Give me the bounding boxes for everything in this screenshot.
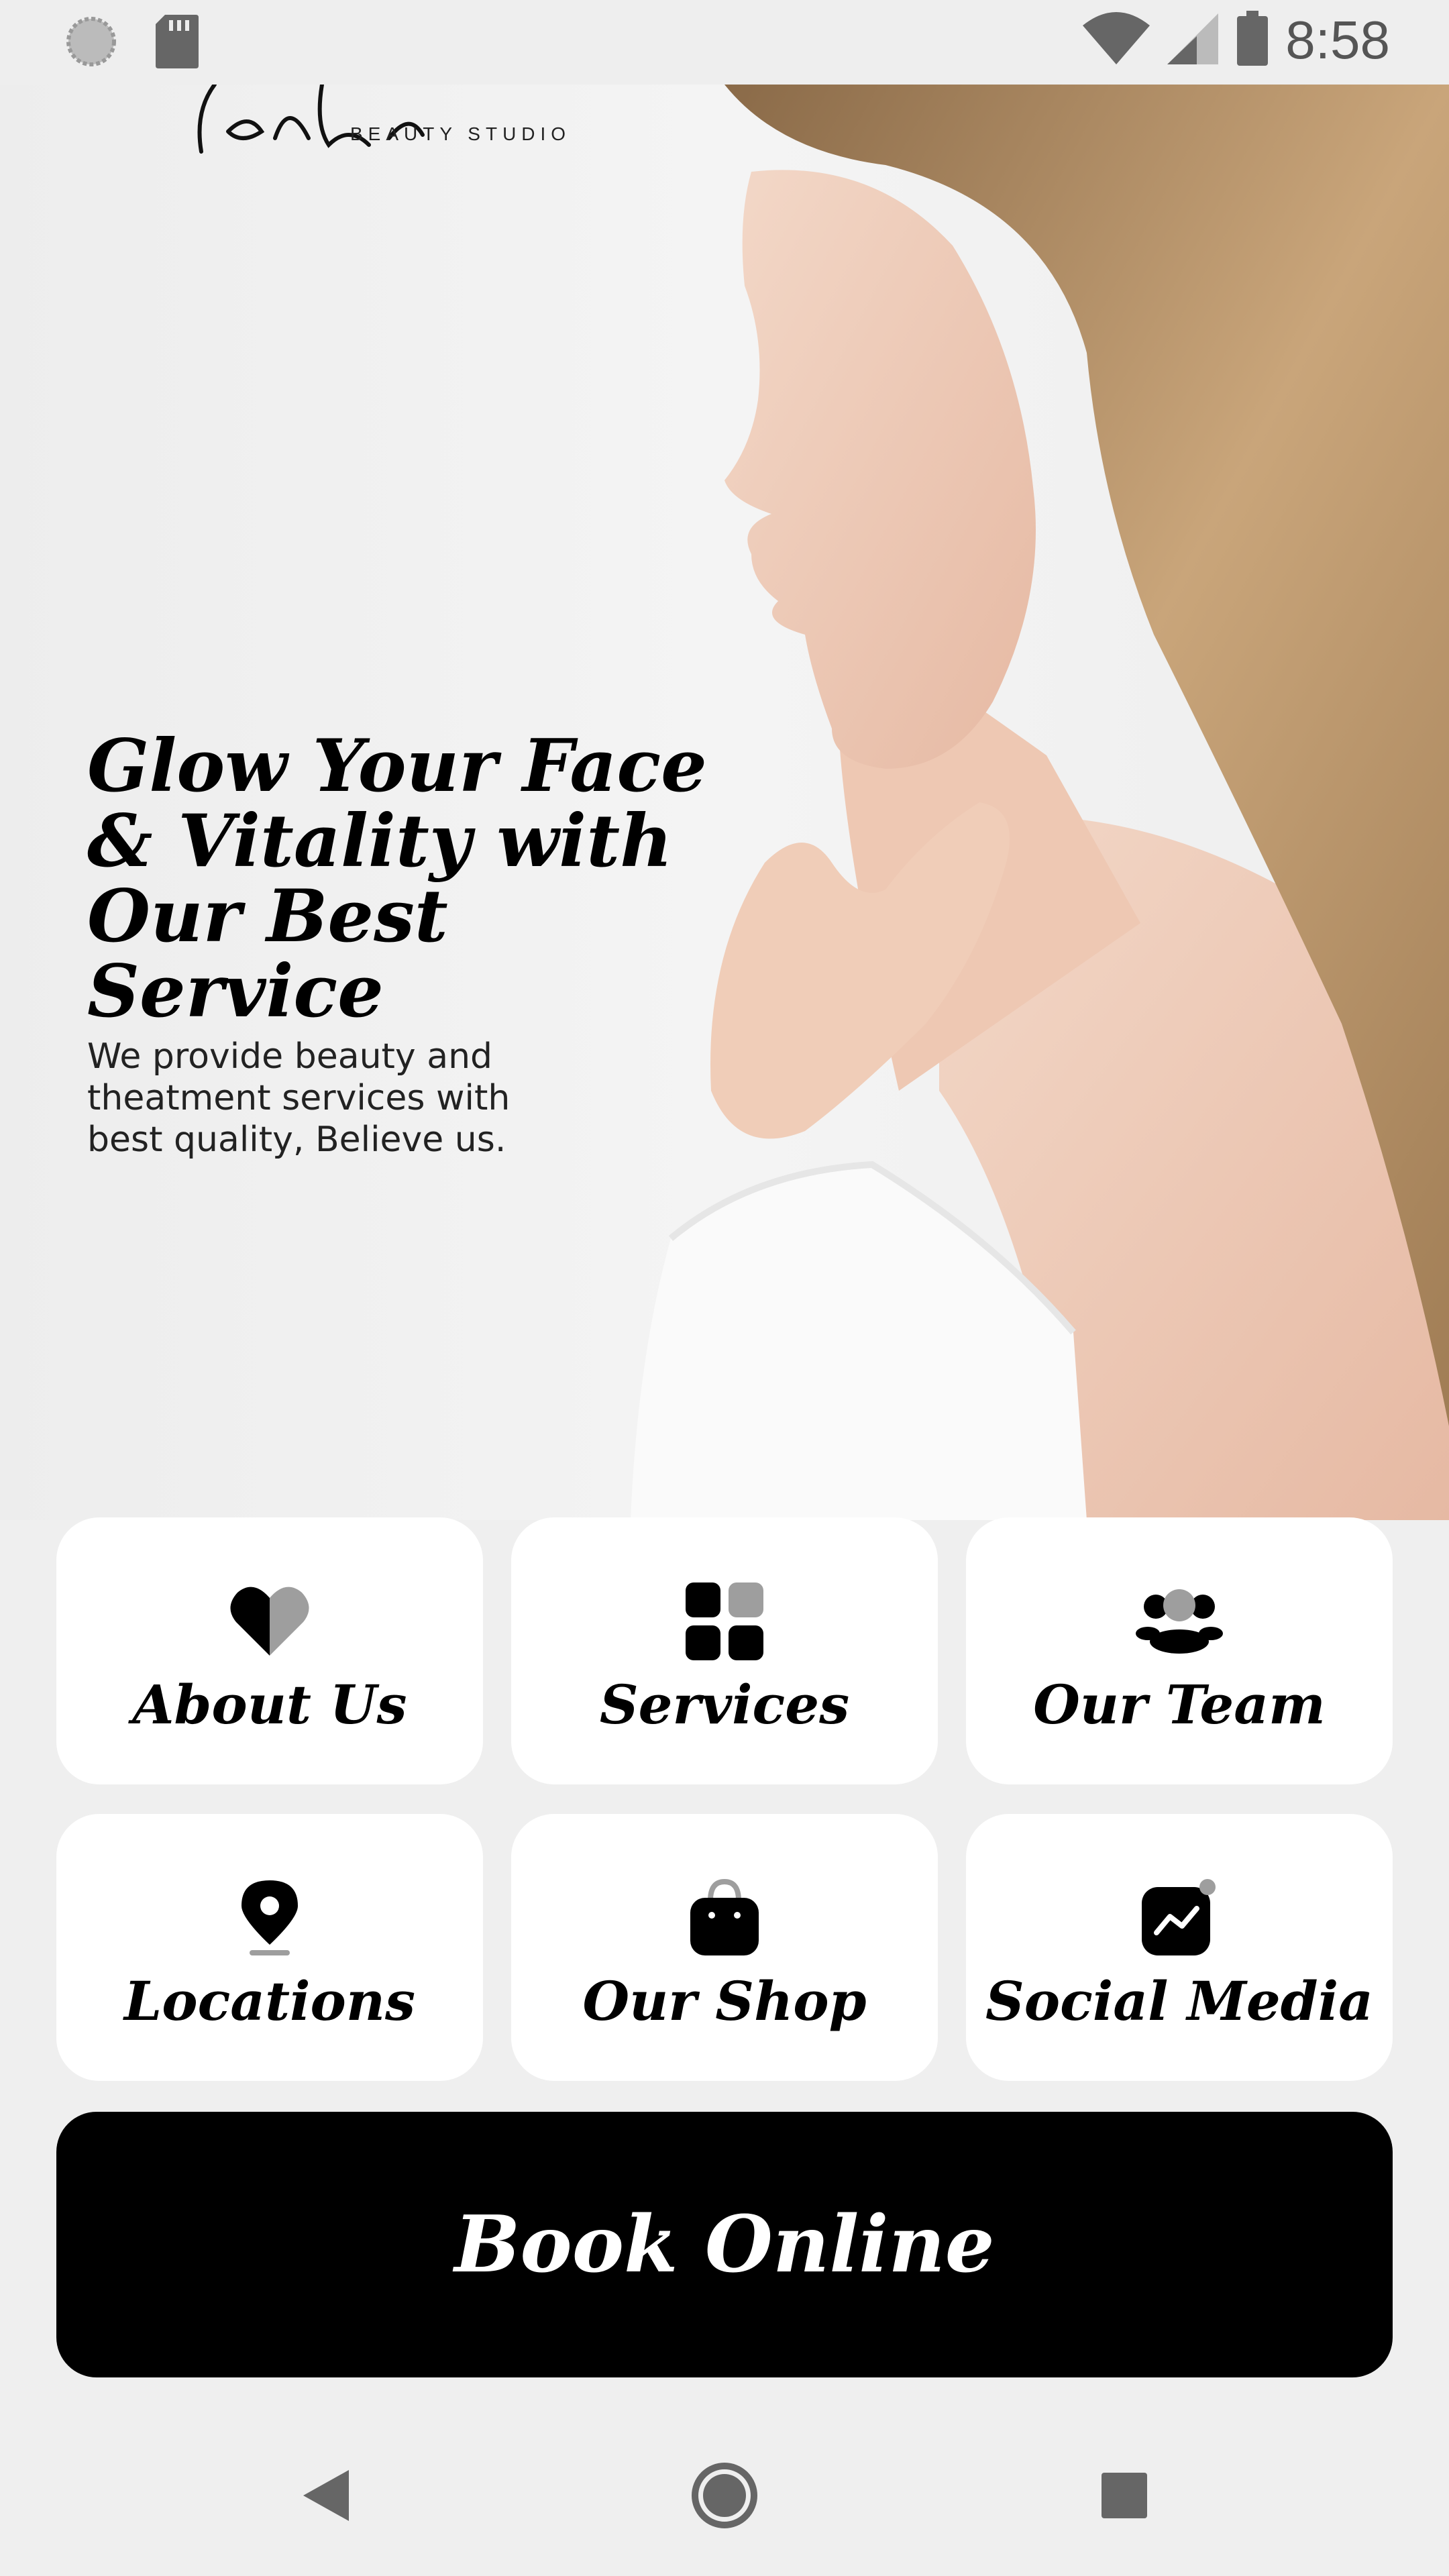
tile-label: Locations xyxy=(123,1970,416,2033)
tile-label: Our Team xyxy=(1033,1673,1326,1736)
status-time: 8:58 xyxy=(1285,10,1390,70)
logo-subtitle: BEAUTY STUDIO xyxy=(350,123,572,144)
cell-signal-icon xyxy=(1166,12,1220,69)
subtext-line: We provide beauty and xyxy=(87,1036,493,1077)
hero-banner: BEAUTY STUDIO Glow Your Face & Vitality … xyxy=(0,85,1449,1520)
about-us-button[interactable]: About Us xyxy=(56,1517,483,1784)
book-online-button[interactable]: Book Online xyxy=(56,2112,1393,2377)
social-media-button[interactable]: Social Media xyxy=(966,1814,1393,2081)
tile-label: Our Shop xyxy=(582,1970,867,2033)
subtext-line: theatment services with xyxy=(87,1078,511,1118)
location-pin-icon xyxy=(226,1874,313,1962)
subtext-line: best quality, Believe us. xyxy=(87,1120,506,1160)
headline-line: Our Best Service xyxy=(87,874,448,1034)
hero-headline: Glow Your Face & Vitality with Our Best … xyxy=(87,729,731,1029)
hero-subtext: We provide beauty and theatment services… xyxy=(87,1036,557,1161)
back-icon[interactable] xyxy=(284,2455,365,2536)
headline-line: Glow Your Face xyxy=(87,724,707,808)
locations-button[interactable]: Locations xyxy=(56,1814,483,2081)
grid-icon xyxy=(681,1578,768,1665)
tile-label: Social Media xyxy=(985,1970,1373,2033)
sd-card-icon xyxy=(156,15,199,72)
status-bar: 8:58 xyxy=(0,0,1449,85)
status-right: 8:58 xyxy=(1083,9,1390,71)
headline-line: & Vitality with xyxy=(87,799,673,883)
wifi-icon xyxy=(1083,11,1150,69)
status-left xyxy=(64,15,199,72)
heart-icon xyxy=(226,1578,313,1665)
system-nav-bar xyxy=(0,2415,1449,2576)
sync-icon xyxy=(64,15,118,72)
our-team-button[interactable]: Our Team xyxy=(966,1517,1393,1784)
team-icon xyxy=(1136,1578,1223,1665)
our-shop-button[interactable]: Our Shop xyxy=(511,1814,938,2081)
battery-icon xyxy=(1236,10,1269,70)
book-online-label: Book Online xyxy=(454,2199,995,2290)
services-button[interactable]: Services xyxy=(511,1517,938,1784)
recents-icon[interactable] xyxy=(1084,2455,1165,2536)
studio-logo xyxy=(197,85,425,154)
shopping-bag-icon xyxy=(681,1874,768,1962)
tile-label: Services xyxy=(599,1673,850,1736)
tile-label: About Us xyxy=(132,1673,407,1736)
home-icon[interactable] xyxy=(684,2455,765,2536)
social-activity-icon xyxy=(1136,1874,1223,1962)
